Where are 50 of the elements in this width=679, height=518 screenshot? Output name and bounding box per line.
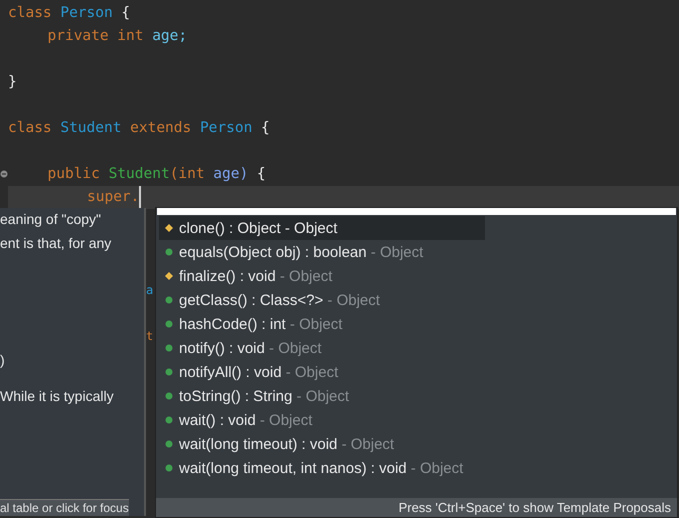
- code-fragment: t: [146, 329, 154, 343]
- doc-text: While it is typically: [0, 386, 114, 406]
- dot-icon: [165, 296, 173, 304]
- code-token: age;: [152, 27, 188, 46]
- code-token: (int: [170, 165, 205, 184]
- doc-text: ent is that, for any: [0, 234, 112, 253]
- code-token: public: [48, 165, 100, 184]
- proposal-item[interactable]: getClass() : Class<?> - Object: [159, 288, 485, 312]
- text-caret: [139, 186, 142, 209]
- proposal-item[interactable]: wait(long timeout, int nanos) : void - Object: [159, 456, 485, 480]
- code-token: Person: [60, 4, 113, 23]
- proposal-item[interactable]: equals(Object obj) : boolean - Object: [159, 240, 485, 264]
- diamond-icon: [165, 272, 173, 280]
- code-token: {: [256, 165, 266, 184]
- proposal-item[interactable]: hashCode() : int - Object: [159, 312, 485, 336]
- dot-icon: [165, 416, 173, 424]
- code-token: {: [261, 119, 270, 138]
- doc-text: ): [0, 351, 5, 370]
- proposal-item[interactable]: finalize() : void - Object: [159, 264, 485, 288]
- code-token: Student: [60, 119, 122, 138]
- diamond-icon: [165, 224, 173, 232]
- code-token: super.: [87, 188, 140, 207]
- code-token: class: [8, 119, 52, 138]
- dot-icon: [165, 344, 173, 352]
- dot-icon: [165, 248, 173, 256]
- dot-icon: [165, 320, 173, 328]
- proposal-item[interactable]: notifyAll() : void - Object: [159, 360, 485, 384]
- code-token: extends: [130, 119, 192, 138]
- dot-icon: [165, 392, 173, 400]
- proposal-item[interactable]: wait() : void - Object: [159, 408, 485, 432]
- code-token: int: [117, 27, 144, 46]
- code-token: age): [213, 165, 248, 184]
- code-fragment: a: [146, 283, 154, 297]
- proposal-item[interactable]: wait(long timeout) : void - Object: [159, 432, 485, 456]
- code-token: }: [8, 73, 17, 92]
- dot-icon: [165, 440, 173, 448]
- dot-icon: [165, 464, 173, 472]
- dot-icon: [165, 368, 173, 376]
- code-token: Student: [108, 165, 170, 184]
- status-hint: Press 'Ctrl+Space' to show Template Proposals: [156, 498, 677, 517]
- proposal-item[interactable]: notify() : void - Object: [159, 336, 485, 360]
- proposal-item[interactable]: toString() : String - Object: [159, 384, 485, 408]
- fold-icon[interactable]: [0, 170, 8, 178]
- code-token: private: [48, 27, 109, 46]
- proposal-item[interactable]: clone() : Object - Object: [159, 216, 485, 240]
- doc-text: eaning of "copy": [0, 210, 102, 229]
- code-token: {: [121, 4, 130, 23]
- code-token: Person: [200, 119, 252, 138]
- code-token: class: [8, 4, 52, 23]
- status-hint: al table or click for focus: [0, 499, 129, 516]
